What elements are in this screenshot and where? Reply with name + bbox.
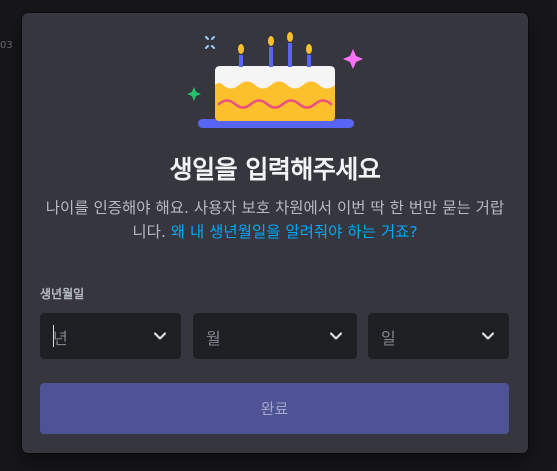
chevron-down-icon [153, 332, 167, 340]
year-select[interactable]: 년 [40, 313, 181, 359]
day-placeholder: 일 [381, 329, 396, 348]
cake-candles [238, 32, 312, 67]
submit-button[interactable]: 완료 [40, 383, 509, 434]
birthday-cake-icon [187, 32, 363, 128]
sparkle-pink-icon [343, 49, 363, 69]
sparkle-blue-icon [205, 36, 215, 49]
why-birthday-link[interactable]: 왜 내 생년월일을 알려줘야 하는 거죠? [171, 223, 418, 241]
chevron-down-icon [329, 332, 343, 340]
modal-description: 나이를 인증해야 해요. 사용자 보호 차원에서 이번 딱 한 번만 묻는 거랍… [44, 196, 506, 244]
sparkle-green-icon [187, 87, 201, 101]
year-placeholder: 년 [53, 329, 68, 348]
month-select[interactable]: 월 [193, 313, 357, 359]
birthday-field-label: 생년월일 [40, 287, 85, 301]
chevron-down-icon [481, 332, 495, 340]
birthday-modal: 생일을 입력해주세요 나이를 인증해야 해요. 사용자 보호 차원에서 이번 딱… [22, 13, 528, 453]
background-text-fragment: 03 [0, 40, 13, 51]
modal-title: 생일을 입력해주세요 [169, 155, 381, 184]
month-placeholder: 월 [206, 329, 221, 348]
day-select[interactable]: 일 [368, 313, 509, 359]
